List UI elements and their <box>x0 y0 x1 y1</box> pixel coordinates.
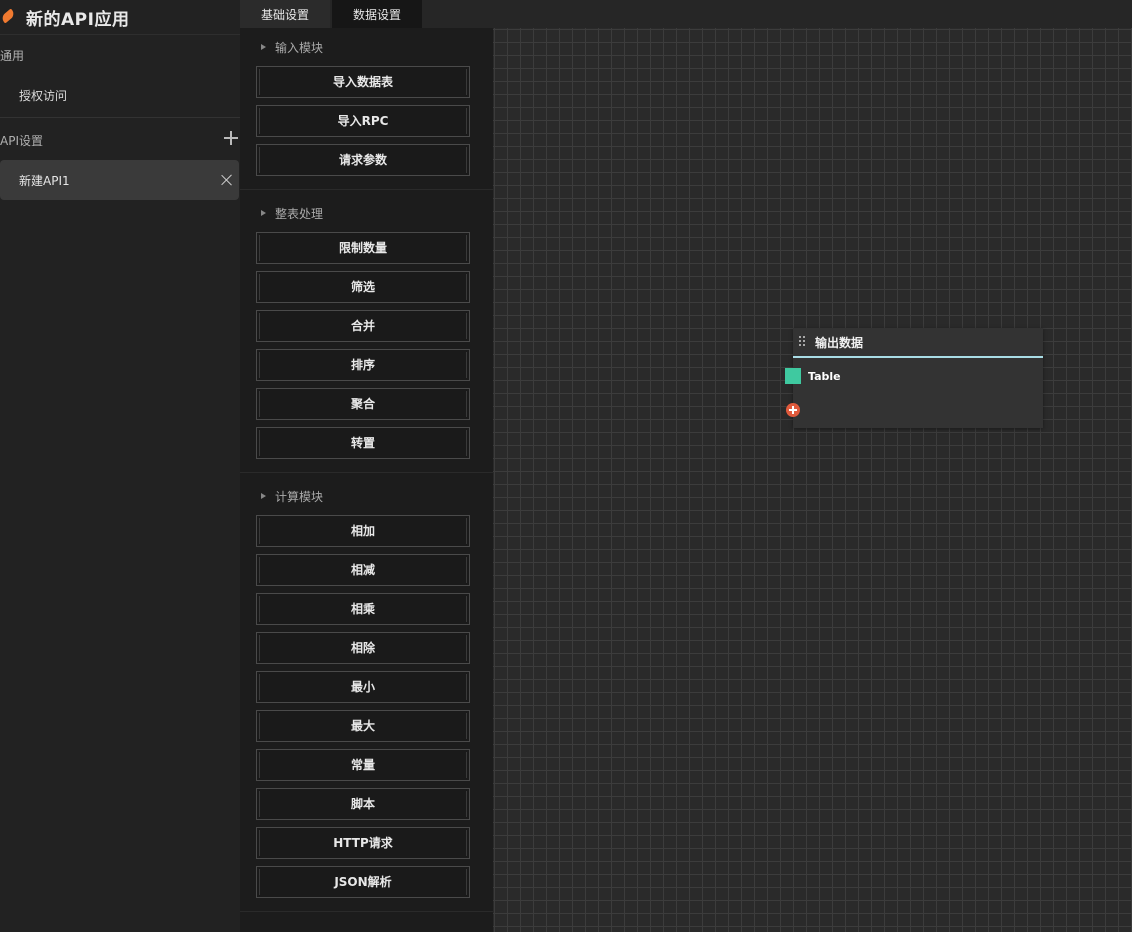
tab-bar: 基础设置 数据设置 <box>240 0 1132 28</box>
api-item-label: 新建API1 <box>19 173 70 188</box>
module-button-multiply[interactable]: 相乘 <box>256 593 470 625</box>
app-logo-icon <box>0 9 16 25</box>
module-group-input: 输入模块 导入数据表 导入RPC 请求参数 <box>240 28 493 190</box>
module-button-script[interactable]: 脚本 <box>256 788 470 820</box>
module-button-constant[interactable]: 常量 <box>256 749 470 781</box>
divider <box>0 117 240 118</box>
module-button-divide[interactable]: 相除 <box>256 632 470 664</box>
tab-basic-settings[interactable]: 基础设置 <box>240 0 331 28</box>
node-title: 输出数据 <box>815 335 864 350</box>
group-title-label: 计算模块 <box>275 489 324 504</box>
add-port-icon[interactable] <box>786 403 800 417</box>
drag-handle-icon[interactable] <box>799 336 807 348</box>
module-button-sort[interactable]: 排序 <box>256 349 470 381</box>
section-title-api-label: API设置 <box>0 133 43 148</box>
module-button-request-params[interactable]: 请求参数 <box>256 144 470 176</box>
close-icon[interactable] <box>221 174 233 186</box>
module-button-aggregate[interactable]: 聚合 <box>256 388 470 420</box>
caret-right-icon <box>261 44 266 50</box>
module-group-table: 整表处理 限制数量 筛选 合并 排序 聚合 转置 <box>240 194 493 473</box>
sidebar-item-auth-access[interactable]: 授权访问 <box>0 75 240 115</box>
module-button-limit[interactable]: 限制数量 <box>256 232 470 264</box>
module-button-min[interactable]: 最小 <box>256 671 470 703</box>
group-title-label: 整表处理 <box>275 206 324 221</box>
flow-canvas[interactable]: 输出数据 Table <box>493 28 1132 932</box>
group-title-compute[interactable]: 计算模块 <box>240 477 493 515</box>
modules-panel: 输入模块 导入数据表 导入RPC 请求参数 整表处理 限制数量 筛选 合并 排序… <box>240 28 493 932</box>
module-button-import-table[interactable]: 导入数据表 <box>256 66 470 98</box>
caret-right-icon <box>261 210 266 216</box>
node-header[interactable]: 输出数据 <box>793 328 1043 358</box>
section-title-api: API设置 <box>0 120 240 160</box>
module-button-max[interactable]: 最大 <box>256 710 470 742</box>
port-square-icon[interactable] <box>785 368 801 384</box>
module-button-transpose[interactable]: 转置 <box>256 427 470 459</box>
app-title: 新的API应用 <box>26 9 130 30</box>
input-port-table[interactable]: Table <box>785 368 841 384</box>
module-button-filter[interactable]: 筛选 <box>256 271 470 303</box>
module-group-compute: 计算模块 相加 相减 相乘 相除 最小 最大 常量 脚本 HTTP请求 JSON… <box>240 477 493 912</box>
app-header: 新的API应用 <box>0 0 240 35</box>
output-data-node[interactable]: 输出数据 Table <box>785 328 1043 428</box>
module-button-merge[interactable]: 合并 <box>256 310 470 342</box>
module-button-subtract[interactable]: 相减 <box>256 554 470 586</box>
sidebar: 新的API应用 通用 授权访问 API设置 新建API1 <box>0 0 240 932</box>
add-api-icon[interactable] <box>224 131 238 145</box>
group-title-table[interactable]: 整表处理 <box>240 194 493 232</box>
module-button-http-request[interactable]: HTTP请求 <box>256 827 470 859</box>
module-button-import-rpc[interactable]: 导入RPC <box>256 105 470 137</box>
group-title-input[interactable]: 输入模块 <box>240 28 493 66</box>
module-button-add[interactable]: 相加 <box>256 515 470 547</box>
caret-right-icon <box>261 493 266 499</box>
api-item-new-api1[interactable]: 新建API1 <box>0 160 239 200</box>
module-button-json-parse[interactable]: JSON解析 <box>256 866 470 898</box>
tab-data-settings[interactable]: 数据设置 <box>332 0 423 28</box>
section-title-general: 通用 <box>0 48 25 63</box>
port-label: Table <box>808 369 841 383</box>
group-title-label: 输入模块 <box>275 40 324 55</box>
sidebar-item-label: 授权访问 <box>19 88 68 103</box>
